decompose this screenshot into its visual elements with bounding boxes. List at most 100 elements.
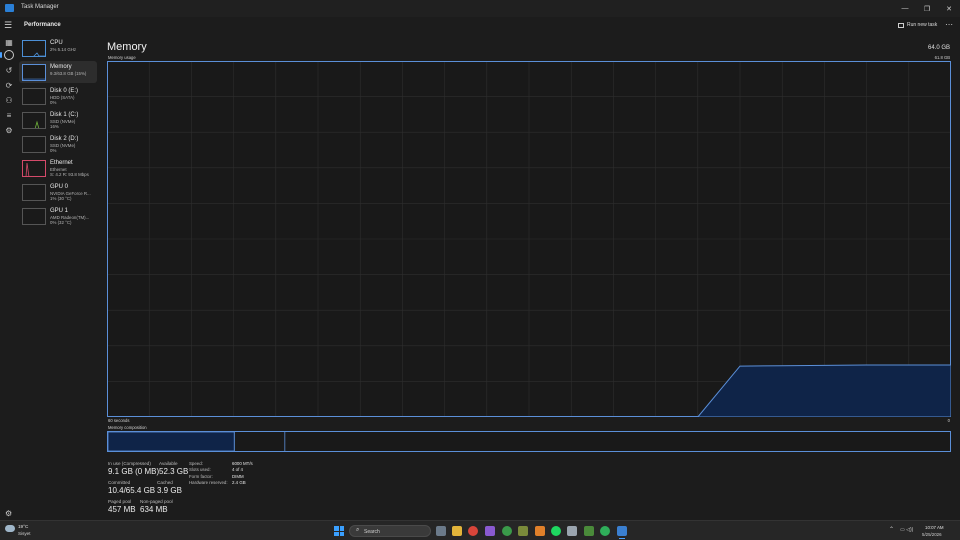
nav-rail: ▦ ↺ ⟳ ⚇ ≡ ⚙ [0, 35, 18, 520]
cached-value: 3.9 GB [157, 486, 182, 495]
minimize-button[interactable]: — [894, 0, 916, 17]
device-name: Disk 1 (C:) [50, 112, 79, 118]
device-name: GPU 1 [50, 208, 69, 214]
non-paged-pool-value: 634 MB [140, 505, 168, 514]
run-new-task-label: Run new task [907, 22, 938, 28]
disk2-thumbnail [22, 136, 46, 153]
spotify-icon[interactable] [551, 526, 561, 536]
device-name: Ethernet [50, 160, 73, 166]
resource-title: Memory [107, 41, 147, 53]
cached-label: Cached [157, 480, 173, 485]
device-memory[interactable]: Memory 9.3/63.8 GB (15%) [19, 61, 97, 83]
file-explorer-icon[interactable] [452, 526, 462, 536]
memory-composition-bar [107, 431, 951, 452]
app-icon-green[interactable] [584, 526, 594, 536]
device-ethernet[interactable]: Ethernet Ethernet S: 4.2 R: 93.8 Mbps [19, 157, 97, 179]
form-factor-label: Form factor: [189, 474, 213, 479]
device-usage: 16% [50, 124, 59, 129]
committed-label: Committed [108, 480, 131, 485]
services-icon[interactable]: ⚙ [4, 125, 14, 135]
slots-value: 4 of 4 [232, 467, 243, 472]
device-gpu-0[interactable]: GPU 0 NVIDIA GeForce R... 1% (30 °C) [19, 181, 97, 203]
taskbar: 19°C Sisyet ⌕ Search ⌃ ▭ ◁)) 10:07 AM 5/… [0, 520, 960, 540]
memory-thumbnail [22, 64, 46, 81]
chart-max-label: 61.8 GB [934, 55, 950, 60]
vlc-icon[interactable] [535, 526, 545, 536]
device-usage: 0% [50, 148, 57, 153]
ellipsis-icon[interactable]: ⋯ [945, 20, 953, 29]
in-use-label: In use (Compressed) [108, 461, 151, 466]
weather-icon[interactable] [5, 525, 15, 532]
run-new-task-button[interactable]: Run new task [898, 22, 937, 28]
hardware-reserved-value: 2.4 GB [232, 480, 246, 485]
details-icon[interactable]: ≡ [4, 110, 14, 120]
available-value: 52.3 GB [159, 467, 189, 476]
form-factor-value: DIMM [232, 474, 244, 479]
startup-apps-icon[interactable]: ⟳ [4, 80, 14, 90]
device-usage: 1% (30 °C) [50, 196, 72, 201]
tray-overflow-icon[interactable]: ⌃ [889, 526, 894, 533]
active-app-indicator [619, 538, 625, 539]
search-icon: ⌕ [356, 527, 360, 533]
device-gpu-1[interactable]: GPU 1 AMD Radeon(TM)... 0% (32 °C) [19, 205, 97, 227]
speed-value: 6000 MT/s [232, 461, 253, 466]
weather-temperature[interactable]: 19°C [18, 524, 28, 529]
device-name: Disk 2 (D:) [50, 136, 79, 142]
taskbar-search[interactable]: ⌕ Search [349, 525, 431, 537]
composition-in-use [107, 431, 235, 452]
start-button[interactable] [334, 526, 344, 536]
app-history-icon[interactable]: ↺ [4, 65, 14, 75]
device-disk-1[interactable]: Disk 1 (C:) SSD (NVMe) 16% [19, 109, 97, 131]
page-title: Performance [24, 22, 61, 28]
device-disk-0[interactable]: Disk 0 (E:) HDD (SATA) 0% [19, 85, 97, 107]
device-name: Memory [50, 64, 72, 70]
app-icon-green-round[interactable] [600, 526, 610, 536]
available-label: Available [159, 461, 178, 466]
app-icon-purple[interactable] [485, 526, 495, 536]
committed-value: 10.4/65.4 GB [108, 486, 156, 495]
device-usage: 0% [50, 100, 57, 105]
paged-pool-label: Paged pool [108, 499, 132, 504]
x-axis-end-label: 0 [947, 418, 950, 423]
settings-icon[interactable]: ⚙ [5, 509, 12, 518]
disk1-thumbnail [22, 112, 46, 129]
task-manager-icon [5, 4, 14, 12]
chart-label: Memory usage [108, 55, 136, 60]
device-usage: 0% (32 °C) [50, 220, 72, 225]
app-icon-olive[interactable] [518, 526, 528, 536]
speed-label: Speed: [189, 461, 203, 466]
maximize-button[interactable]: ❐ [916, 0, 938, 17]
device-name: Disk 0 (E:) [50, 88, 79, 94]
xbox-icon[interactable] [502, 526, 512, 536]
hamburger-icon[interactable]: ☰ [4, 20, 12, 31]
device-usage: S: 4.2 R: 93.8 Mbps [50, 172, 89, 177]
title-bar: Task Manager — ❐ ✕ [0, 0, 960, 17]
search-placeholder: Search [364, 529, 380, 535]
chrome-icon[interactable] [468, 526, 478, 536]
device-disk-2[interactable]: Disk 2 (D:) SSD (NVMe) 0% [19, 133, 97, 155]
users-icon[interactable]: ⚇ [4, 95, 14, 105]
composition-label: Memory composition [108, 425, 147, 430]
clock-time[interactable]: 10:07 AM [925, 525, 944, 530]
clock-date[interactable]: 5/25/2026 [922, 532, 942, 537]
memory-area-series [697, 364, 951, 417]
weather-description[interactable]: Sisyet [18, 531, 31, 536]
run-task-icon [898, 22, 904, 28]
ethernet-thumbnail [22, 160, 46, 177]
slots-label: Slots used: [189, 467, 211, 472]
processes-icon[interactable]: ▦ [4, 37, 14, 47]
device-name: GPU 0 [50, 184, 69, 190]
network-volume-icons[interactable]: ▭ ◁)) [900, 527, 913, 533]
gpu1-thumbnail [22, 208, 46, 225]
device-cpu[interactable]: CPU 2% 5.14 GHz [19, 37, 97, 59]
hardware-reserved-label: Hardware reserved: [189, 480, 228, 485]
close-button[interactable]: ✕ [938, 0, 960, 17]
app-icon-grey[interactable] [567, 526, 577, 536]
gpu0-thumbnail [22, 184, 46, 201]
total-memory: 64.0 GB [927, 45, 950, 51]
performance-icon[interactable] [4, 50, 14, 60]
cpu-thumbnail [22, 40, 46, 57]
task-view-icon[interactable] [436, 526, 446, 536]
x-axis-start-label: 60 seconds [108, 418, 130, 423]
task-manager-taskbar-icon[interactable] [617, 526, 627, 536]
